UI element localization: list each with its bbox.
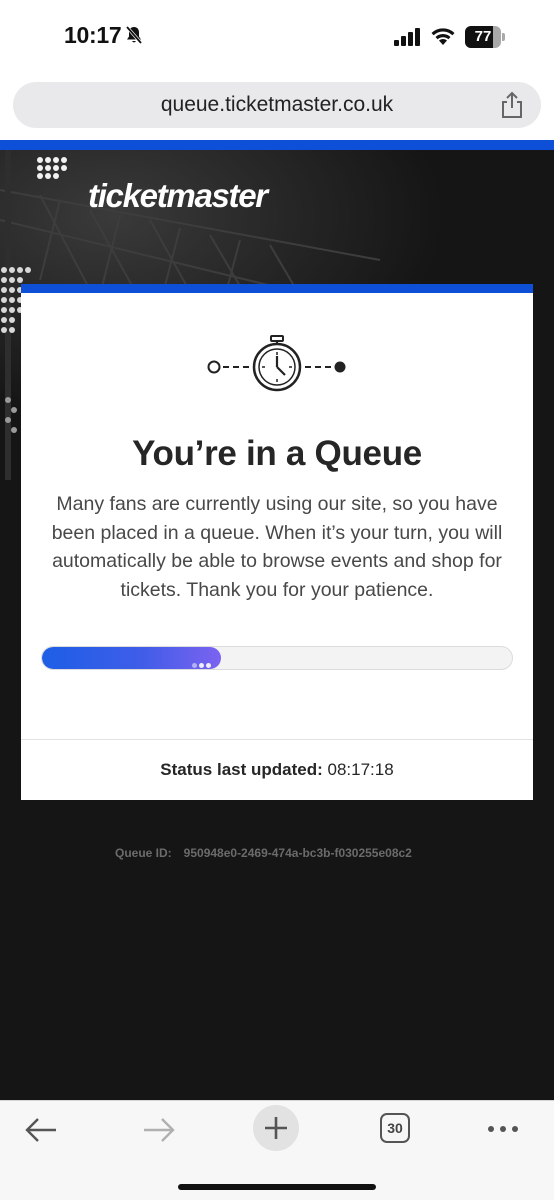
queue-id: Queue ID: 950948e0-2469-474a-bc3b-f030255… [115, 846, 412, 860]
stopwatch-queue-icon [207, 335, 346, 392]
new-tab-button[interactable] [253, 1105, 299, 1151]
cellular-signal-icon [394, 28, 420, 46]
queue-progress-fill [42, 647, 221, 669]
more-dots-icon[interactable] [487, 1125, 519, 1133]
back-arrow-icon[interactable] [24, 1117, 58, 1143]
battery-percent: 77 [474, 28, 492, 45]
browser-address-area: queue.ticketmaster.co.uk [0, 70, 554, 140]
status-time: 10:17 [64, 22, 122, 48]
address-bar[interactable]: queue.ticketmaster.co.uk [13, 82, 541, 128]
card-accent-bar [21, 284, 533, 293]
status-label: Status last updated: [160, 760, 323, 779]
home-indicator [178, 1184, 376, 1190]
forward-arrow-icon[interactable] [142, 1117, 176, 1143]
browser-toolbar: 30 [0, 1100, 554, 1200]
header-accent-bar [0, 140, 554, 150]
queue-progress-bar [41, 646, 513, 670]
share-icon[interactable] [499, 91, 525, 119]
status-bar: 10:17 77 [0, 0, 554, 70]
tabs-button[interactable]: 30 [380, 1113, 410, 1143]
ticketmaster-logo[interactable]: ticketmaster [88, 177, 268, 215]
queue-message: Many fans are currently using our site, … [51, 493, 503, 601]
plus-icon [265, 1117, 287, 1139]
status-time: 08:17:18 [327, 760, 394, 779]
card-divider [21, 739, 533, 740]
progress-dots-icon [190, 655, 211, 669]
bell-slash-icon [125, 25, 143, 45]
status-last-updated: Status last updated: 08:17:18 [21, 760, 533, 780]
battery-icon: 77 [465, 26, 507, 48]
wifi-icon [431, 28, 455, 45]
queue-title: You’re in a Queue [132, 434, 422, 473]
queue-card: You’re in a Queue Many fans are currentl… [21, 284, 533, 800]
queue-id-label: Queue ID: [115, 846, 172, 860]
queue-id-value: 950948e0-2469-474a-bc3b-f030255e08c2 [183, 846, 412, 860]
url-text: queue.ticketmaster.co.uk [160, 93, 394, 116]
